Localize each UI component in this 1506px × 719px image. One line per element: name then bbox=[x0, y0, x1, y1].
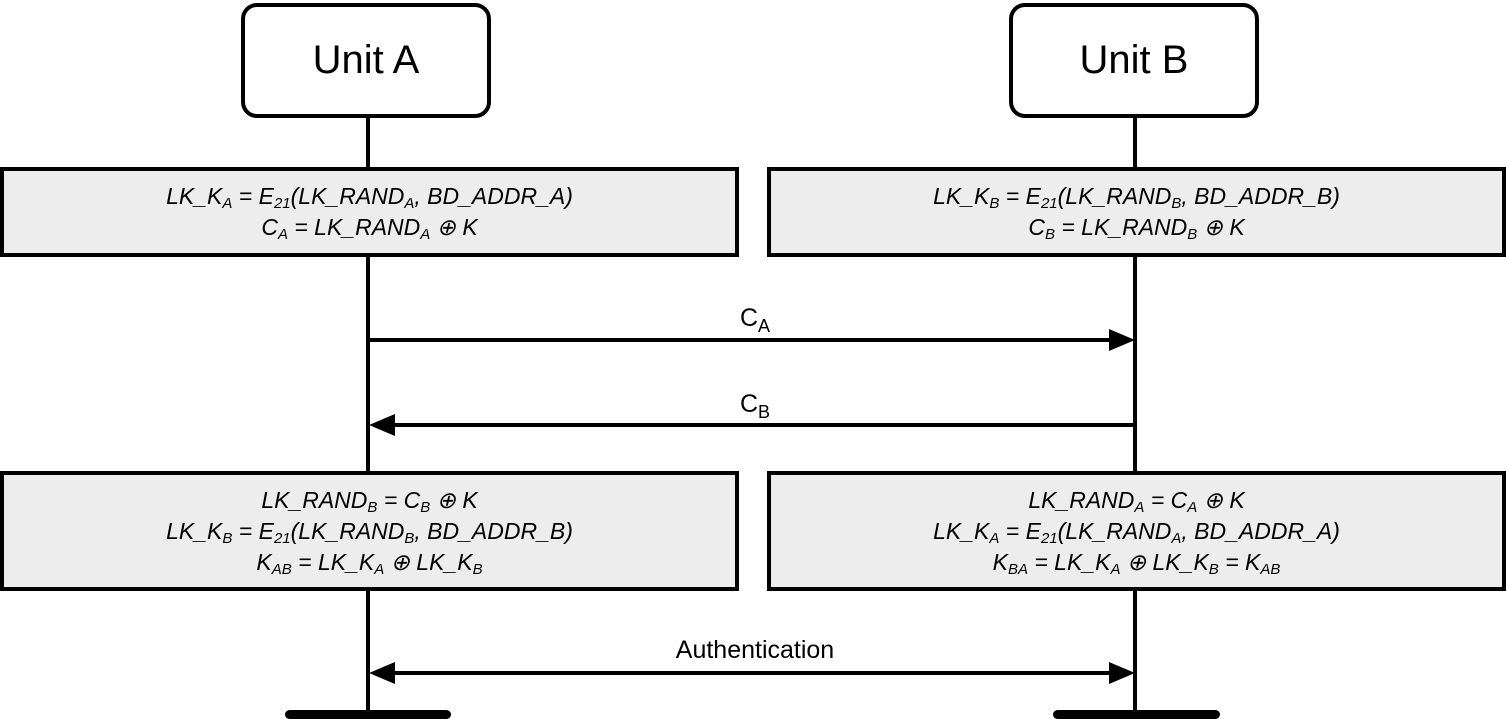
equation-text: C bbox=[1028, 214, 1045, 240]
message-cb-arrow-line bbox=[392, 423, 1135, 427]
authentication-arrow-line bbox=[392, 671, 1113, 675]
subscript: A bbox=[1110, 560, 1121, 578]
equation-text: = K bbox=[1218, 548, 1261, 575]
subscript: 21 bbox=[273, 195, 291, 212]
subscript: A bbox=[989, 529, 1000, 547]
equation-text: LK_K bbox=[933, 183, 990, 209]
unit-b-box: Unit B bbox=[1009, 3, 1259, 118]
lifeline-a-terminator bbox=[285, 710, 451, 719]
equation-text: = LK_K bbox=[291, 548, 375, 575]
equation-text: K bbox=[992, 548, 1008, 575]
unit-a-initial-computation: LK_KA = E21(LK_RANDA, BD_ADDR_A) CA = LK_… bbox=[0, 167, 739, 257]
subscript: A bbox=[1171, 529, 1182, 547]
equation-line: CB = LK_RANDB ⊕ K bbox=[1028, 212, 1244, 243]
equation-text: (LK_RAND bbox=[1057, 183, 1172, 209]
equation-text: , BD_ADDR_B) bbox=[414, 517, 573, 544]
subscript: B bbox=[222, 529, 233, 547]
arrowhead-left-icon bbox=[369, 414, 395, 436]
equation-text: LK_K bbox=[933, 517, 990, 544]
equation-text: ⊕ LK_K bbox=[384, 548, 473, 575]
equation-text: C bbox=[261, 214, 278, 240]
equation-text: = LK_RAND bbox=[287, 214, 421, 240]
equation-text: ⊕ LK_K bbox=[1120, 548, 1209, 575]
equation-line: LK_RANDA = CA ⊕ K bbox=[1028, 485, 1244, 516]
subscript: A bbox=[1134, 498, 1145, 516]
message-cb-sub: B bbox=[758, 402, 771, 422]
equation-text: ⊕ K bbox=[1197, 214, 1245, 240]
subscript: A bbox=[277, 226, 288, 243]
arrowhead-right-icon bbox=[1109, 329, 1135, 351]
arrowhead-left-icon bbox=[369, 662, 395, 684]
equation-text: = LK_RAND bbox=[1054, 214, 1188, 240]
message-ca-label: CA bbox=[700, 304, 810, 336]
equation-text: = E bbox=[999, 183, 1041, 209]
equation-text: = C bbox=[1144, 486, 1188, 513]
subscript: 21 bbox=[273, 529, 291, 547]
subscript: B bbox=[1187, 226, 1198, 243]
subscript: A bbox=[1187, 498, 1198, 516]
equation-text: = E bbox=[999, 517, 1041, 544]
subscript: B bbox=[1171, 195, 1182, 212]
message-cb-main: C bbox=[739, 390, 759, 418]
arrowhead-right-icon bbox=[1109, 662, 1135, 684]
equation-text: LK_RAND bbox=[261, 486, 368, 513]
subscript: B bbox=[367, 498, 378, 516]
subscript: A bbox=[374, 560, 385, 578]
lifeline-b-terminator bbox=[1053, 710, 1220, 719]
equation-text: K bbox=[256, 548, 272, 575]
unit-a-box: Unit A bbox=[241, 3, 491, 118]
equation-text: = LK_K bbox=[1027, 548, 1111, 575]
equation-line: LK_KB = E21(LK_RANDB, BD_ADDR_B) bbox=[933, 181, 1340, 212]
subscript: A bbox=[404, 195, 415, 212]
message-ca-main: C bbox=[739, 304, 759, 332]
equation-text: , BD_ADDR_B) bbox=[1181, 183, 1340, 209]
message-ca-sub: A bbox=[758, 316, 771, 336]
subscript: B bbox=[1208, 560, 1219, 578]
authentication-label: Authentication bbox=[675, 636, 835, 664]
equation-text: ⊕ K bbox=[1197, 486, 1245, 513]
subscript: B bbox=[404, 529, 415, 547]
equation-text: = E bbox=[232, 517, 274, 544]
subscript: AB bbox=[1260, 560, 1281, 578]
unit-a-final-computation: LK_RANDB = CB ⊕ K LK_KB = E21(LK_RANDB, B… bbox=[0, 471, 739, 591]
message-ca-arrow-line bbox=[368, 338, 1113, 342]
equation-text: = E bbox=[232, 183, 274, 209]
subscript: B bbox=[989, 195, 1000, 212]
equation-text: ⊕ K bbox=[430, 214, 478, 240]
equation-text: , BD_ADDR_A) bbox=[414, 183, 573, 209]
equation-line: CA = LK_RANDA ⊕ K bbox=[261, 212, 477, 243]
unit-a-label: Unit A bbox=[312, 38, 420, 82]
subscript: 21 bbox=[1040, 195, 1058, 212]
subscript: B bbox=[1044, 226, 1055, 243]
equation-text: LK_RAND bbox=[1028, 486, 1135, 513]
subscript: AB bbox=[271, 560, 292, 578]
equation-text: ⊕ K bbox=[430, 486, 478, 513]
subscript: A bbox=[222, 195, 233, 212]
unit-b-initial-computation: LK_KB = E21(LK_RANDB, BD_ADDR_B) CB = LK_… bbox=[767, 167, 1506, 257]
equation-text: , BD_ADDR_A) bbox=[1181, 517, 1340, 544]
equation-text: (LK_RAND bbox=[290, 517, 405, 544]
unit-b-label: Unit B bbox=[1079, 38, 1189, 82]
equation-line: LK_KB = E21(LK_RANDB, BD_ADDR_B) bbox=[166, 516, 573, 547]
equation-text: (LK_RAND bbox=[1057, 517, 1172, 544]
subscript: B bbox=[420, 498, 431, 516]
unit-b-final-computation: LK_RANDA = CA ⊕ K LK_KA = E21(LK_RANDA, B… bbox=[767, 471, 1506, 591]
equation-line: LK_RANDB = CB ⊕ K bbox=[261, 485, 477, 516]
equation-line: LK_KA = E21(LK_RANDA, BD_ADDR_A) bbox=[166, 181, 573, 212]
subscript: 21 bbox=[1040, 529, 1058, 547]
subscript: BA bbox=[1007, 560, 1028, 578]
equation-text: LK_K bbox=[166, 183, 223, 209]
message-cb-label: CB bbox=[700, 390, 810, 422]
subscript: A bbox=[420, 226, 431, 243]
equation-line: LK_KA = E21(LK_RANDA, BD_ADDR_A) bbox=[933, 516, 1340, 547]
equation-text: = C bbox=[377, 486, 421, 513]
equation-text: (LK_RAND bbox=[290, 183, 405, 209]
equation-line: KBA = LK_KA ⊕ LK_KB = KAB bbox=[993, 547, 1281, 578]
equation-line: KAB = LK_KA ⊕ LK_KB bbox=[256, 547, 482, 578]
subscript: B bbox=[472, 560, 483, 578]
equation-text: LK_K bbox=[166, 517, 223, 544]
